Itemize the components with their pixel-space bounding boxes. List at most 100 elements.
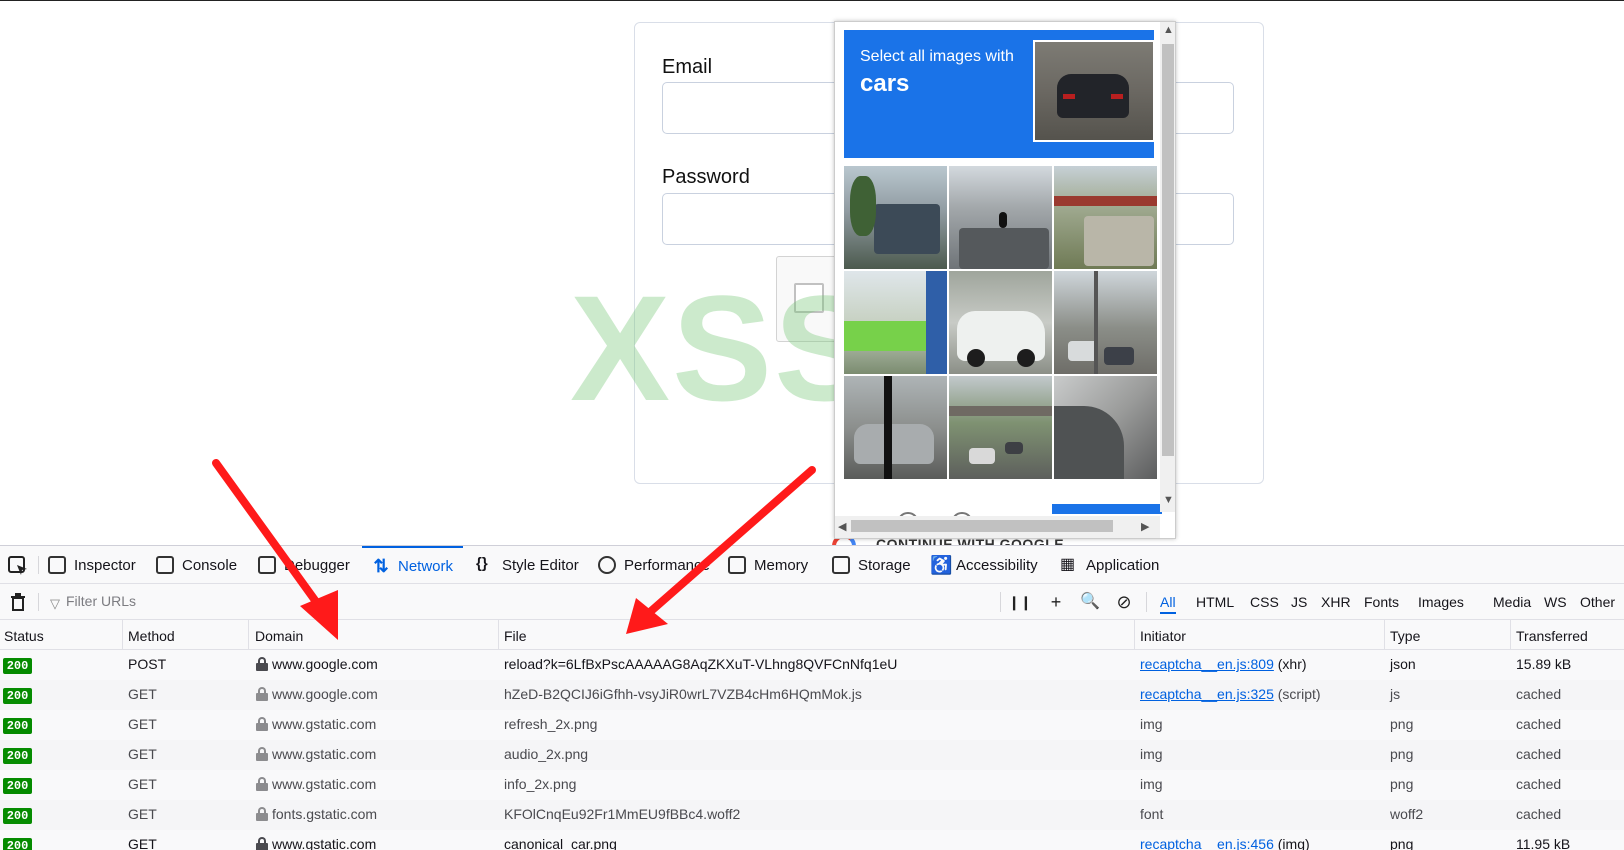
block-icon[interactable]: ⊘	[1112, 590, 1136, 614]
tab-storage[interactable]: Storage	[832, 546, 911, 584]
file-cell: hZeD-B2QCIJ6iGfhh-vsyJiR0wrL7VZB4cHm6HQm…	[504, 686, 862, 702]
table-row[interactable]: 200 GET www.google.com hZeD-B2QCIJ6iGfhh…	[0, 680, 1624, 710]
tab-style-editor[interactable]: {} Style Editor	[476, 546, 579, 584]
table-row[interactable]: 200 GET fonts.gstatic.com KFOlCnqEu92Fr1…	[0, 800, 1624, 830]
filter-all[interactable]: All	[1160, 594, 1176, 614]
table-row[interactable]: 200 GET www.gstatic.com refresh_2x.png i…	[0, 710, 1624, 740]
initiator-cell: img	[1140, 776, 1163, 792]
tab-console[interactable]: Console	[156, 546, 237, 584]
vertical-scroll-thumb[interactable]	[1162, 44, 1174, 456]
scroll-right-icon[interactable]: ▶	[1141, 520, 1149, 533]
table-row[interactable]: 200 GET www.gstatic.com canonical_car.pn…	[0, 830, 1624, 850]
filter-fonts[interactable]: Fonts	[1364, 594, 1399, 610]
tab-inspector[interactable]: Inspector	[48, 546, 136, 584]
add-request-icon[interactable]: +	[1044, 590, 1068, 614]
status-badge: 200	[3, 838, 32, 850]
initiator-link[interactable]: recaptcha__en.js:456	[1140, 836, 1274, 850]
domain-cell: www.gstatic.com	[272, 776, 377, 792]
type-cell: png	[1390, 746, 1414, 762]
transferred-cell: 15.89 kB	[1516, 656, 1572, 672]
lock-icon	[256, 747, 268, 761]
filter-xhr[interactable]: XHR	[1321, 594, 1351, 610]
column-initiator[interactable]: Initiator	[1140, 628, 1186, 644]
image-tile[interactable]	[844, 271, 947, 374]
memory-icon	[728, 556, 746, 574]
image-tile[interactable]	[1054, 166, 1157, 269]
debugger-icon	[258, 556, 276, 574]
tab-accessibility[interactable]: ♿ Accessibility	[930, 546, 1038, 584]
filter-other[interactable]: Other	[1580, 594, 1615, 610]
scroll-down-icon[interactable]: ▼	[1163, 494, 1174, 506]
performance-icon	[598, 556, 616, 574]
top-border	[0, 0, 1624, 1]
method-cell: GET	[128, 716, 157, 732]
image-tile[interactable]	[949, 271, 1052, 374]
recaptcha-checkbox[interactable]	[794, 283, 824, 313]
scroll-left-icon[interactable]: ◀	[838, 520, 846, 533]
table-row[interactable]: 200 GET www.gstatic.com audio_2x.png img…	[0, 740, 1624, 770]
email-label: Email	[662, 56, 713, 78]
challenge-header: Select all images with cars	[844, 30, 1155, 158]
column-status[interactable]: Status	[4, 628, 44, 644]
tab-application[interactable]: ▦ Application	[1060, 546, 1159, 584]
file-cell: canonical_car.png	[504, 836, 617, 850]
domain-cell: fonts.gstatic.com	[272, 806, 378, 822]
initiator-link[interactable]: recaptcha__en.js:325	[1140, 686, 1274, 702]
horizontal-scrollbar[interactable]: ◀ ▶	[835, 516, 1160, 538]
devtools-panel: Inspector Console Debugger ⇅ Network {} …	[0, 545, 1624, 850]
requests-table-header: Status Method Domain File Initiator Type…	[0, 620, 1624, 650]
transferred-cell: cached	[1516, 716, 1562, 732]
tab-label: Accessibility	[956, 556, 1038, 574]
filter-ws[interactable]: WS	[1544, 594, 1567, 610]
column-transferred[interactable]: Transferred	[1516, 628, 1588, 644]
element-picker-icon[interactable]	[8, 556, 28, 576]
recaptcha-challenge: Select all images with cars ▲ ▼ ◀ ▶	[834, 21, 1176, 539]
table-row[interactable]: 200 GET www.gstatic.com info_2x.png img …	[0, 770, 1624, 800]
column-domain[interactable]: Domain	[255, 628, 303, 644]
domain-cell: www.google.com	[272, 686, 378, 702]
tab-memory[interactable]: Memory	[728, 546, 808, 584]
horizontal-scroll-thumb[interactable]	[851, 520, 1113, 532]
filter-urls-input[interactable]: Filter URLs	[66, 593, 136, 609]
filter-images[interactable]: Images	[1418, 594, 1464, 610]
initiator-link[interactable]: recaptcha__en.js:809	[1140, 656, 1274, 672]
tab-network[interactable]: ⇅ Network	[362, 546, 464, 584]
column-file[interactable]: File	[504, 628, 527, 644]
scroll-up-icon[interactable]: ▲	[1163, 24, 1174, 36]
accessibility-icon: ♿	[930, 555, 953, 575]
clear-requests-icon[interactable]	[10, 593, 26, 611]
image-tile[interactable]	[1054, 376, 1157, 479]
filter-html[interactable]: HTML	[1196, 594, 1234, 610]
column-type[interactable]: Type	[1390, 628, 1420, 644]
tab-performance[interactable]: Performance	[598, 546, 710, 584]
filter-css[interactable]: CSS	[1250, 594, 1279, 610]
image-tile[interactable]	[844, 166, 947, 269]
method-cell: GET	[128, 776, 157, 792]
column-method[interactable]: Method	[128, 628, 175, 644]
lock-icon	[256, 837, 268, 850]
status-badge: 200	[3, 778, 32, 794]
filter-divider	[1000, 592, 1001, 612]
image-tile[interactable]	[1054, 271, 1157, 374]
search-icon[interactable]: 🔍	[1078, 590, 1102, 614]
filter-js[interactable]: JS	[1291, 594, 1307, 610]
sample-car-image	[1033, 40, 1155, 142]
image-tile[interactable]	[844, 376, 947, 479]
image-tile[interactable]	[949, 166, 1052, 269]
initiator-cell: recaptcha__en.js:325 (script)	[1140, 686, 1321, 702]
filter-separator	[38, 593, 39, 611]
lock-icon	[256, 777, 268, 791]
domain-cell: www.gstatic.com	[272, 716, 377, 732]
vertical-scrollbar[interactable]: ▲ ▼	[1160, 22, 1175, 512]
pause-icon[interactable]: ❙❙	[1008, 590, 1032, 614]
verify-button[interactable]	[1052, 504, 1162, 514]
method-cell: GET	[128, 806, 157, 822]
file-cell: audio_2x.png	[504, 746, 589, 762]
tab-label: Inspector	[74, 556, 136, 574]
image-tile[interactable]	[949, 376, 1052, 479]
table-row[interactable]: 200 POST www.google.com reload?k=6LfBxPs…	[0, 650, 1624, 680]
filter-media[interactable]: Media	[1493, 594, 1531, 610]
tab-debugger[interactable]: Debugger	[258, 546, 350, 584]
column-divider	[1134, 620, 1135, 650]
network-filter-bar: ▽ Filter URLs ❙❙ + 🔍 ⊘ All HTML CSS JS X…	[0, 584, 1624, 620]
